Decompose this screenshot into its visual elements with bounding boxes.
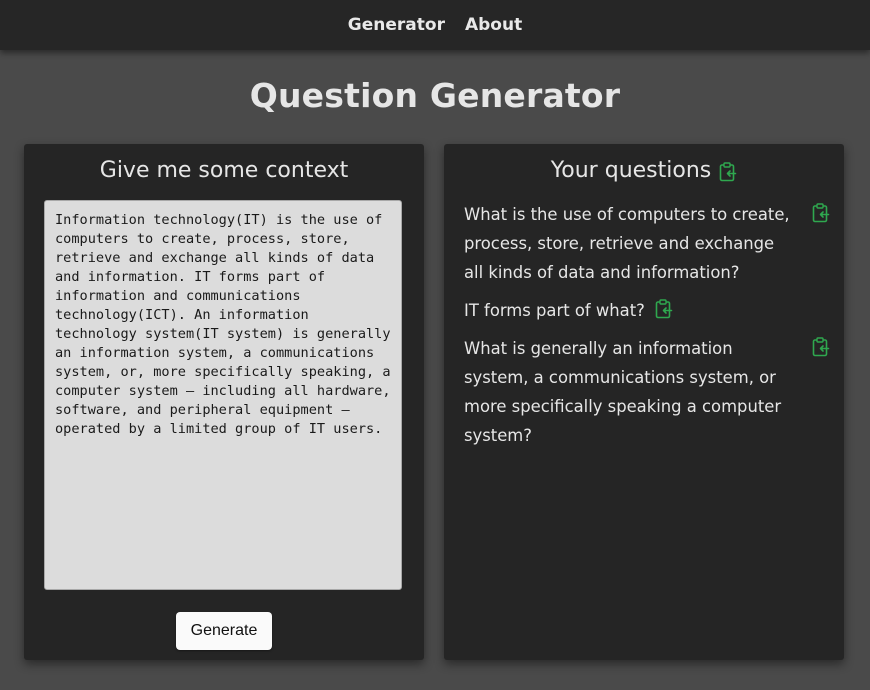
questions-panel-title: Your questions: [550, 158, 712, 183]
question-item: What is the use of computers to create, …: [464, 200, 830, 287]
context-panel-title: Give me some context: [99, 158, 349, 183]
context-textarea[interactable]: Information technology(IT) is the use of…: [44, 200, 402, 590]
questions-panel: Your questions What is the use of comput…: [444, 144, 844, 660]
copy-question-clipboard-icon[interactable]: [812, 203, 830, 223]
questions-panel-header: Your questions: [444, 158, 844, 183]
questions-list: What is the use of computers to create, …: [464, 200, 830, 459]
nav-link-generator[interactable]: Generator: [348, 15, 445, 35]
context-panel: Give me some context Information technol…: [24, 144, 424, 660]
question-item: What is generally an information system,…: [464, 334, 830, 450]
question-text: What is generally an information system,…: [464, 339, 782, 445]
question-item: IT forms part of what?: [464, 296, 830, 325]
nav-link-about[interactable]: About: [465, 15, 522, 35]
copy-question-clipboard-icon[interactable]: [655, 299, 673, 319]
generate-button[interactable]: Generate: [176, 612, 272, 650]
question-text: IT forms part of what?: [464, 301, 645, 320]
copy-question-clipboard-icon[interactable]: [812, 337, 830, 357]
page-title: Question Generator: [249, 76, 621, 115]
top-navigation-bar: Generator About: [0, 0, 870, 50]
copy-all-clipboard-icon[interactable]: [719, 162, 737, 182]
question-text: What is the use of computers to create, …: [464, 205, 790, 282]
